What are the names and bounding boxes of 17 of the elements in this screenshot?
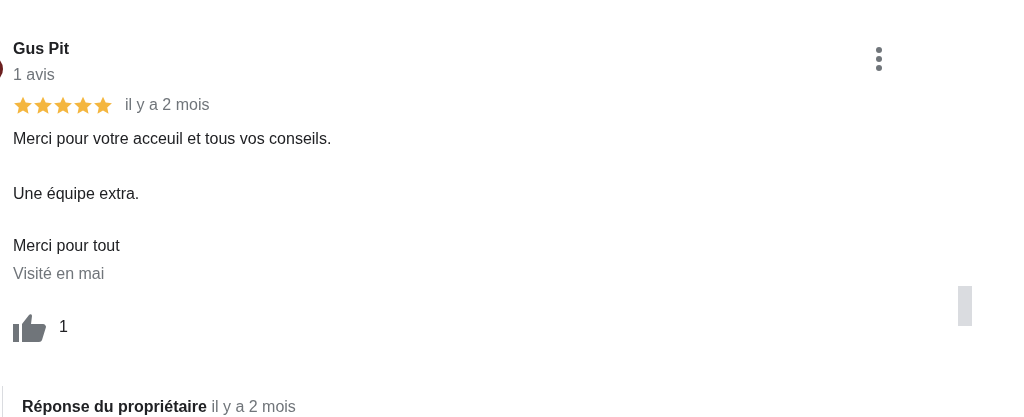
scrollbar-thumb[interactable] [958, 286, 972, 326]
star-icon [13, 95, 33, 115]
owner-reply-label: Réponse du propriétaire [22, 398, 207, 415]
review-count: 1 avis [13, 65, 56, 85]
review-text: Merci pour tout [13, 236, 121, 256]
star-icon [53, 95, 73, 115]
review-text: Merci pour votre acceuil et tous vos conseils. [13, 129, 333, 149]
thumbs-up-icon[interactable] [13, 312, 47, 342]
star-icon [73, 95, 93, 115]
like-count: 1 [59, 318, 68, 336]
author-name[interactable]: Gus Pit [13, 38, 1024, 60]
visit-date: Visité en mai [13, 264, 106, 284]
review-text: Une équipe extra. [13, 184, 141, 204]
star-icon [33, 95, 53, 115]
review-date: il y a 2 mois [125, 96, 210, 114]
star-icon [93, 95, 113, 115]
reply-date: il y a 2 mois [211, 398, 296, 415]
